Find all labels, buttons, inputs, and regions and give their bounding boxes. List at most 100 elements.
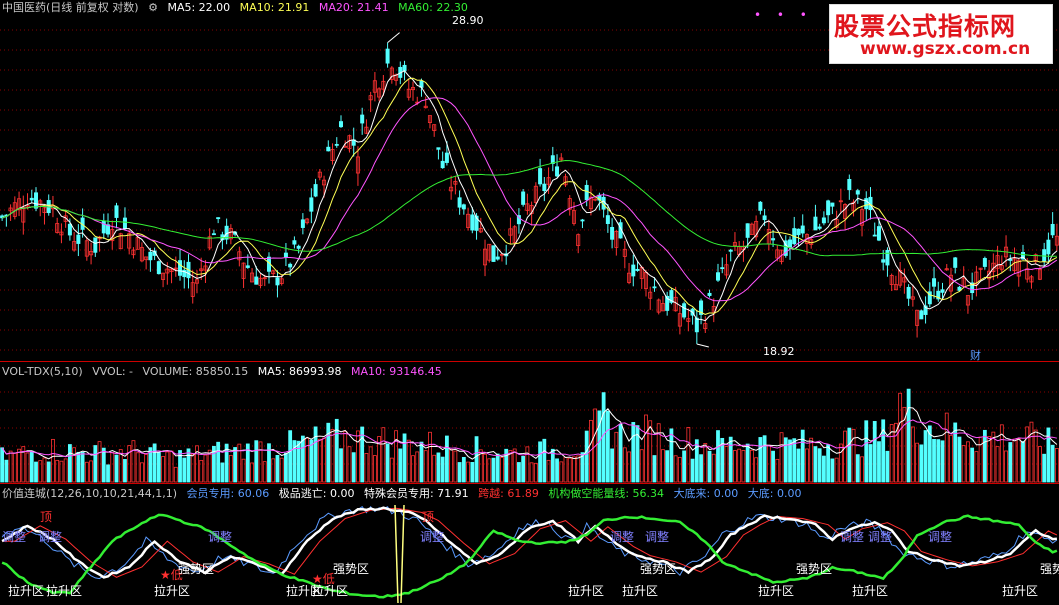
volume-bar bbox=[322, 437, 326, 483]
volume-bar bbox=[228, 454, 233, 483]
indicator-label: 强势 bbox=[1040, 562, 1059, 576]
stock-name[interactable]: 中国医药(日线 前复权 对数) bbox=[2, 1, 139, 14]
volume-bar bbox=[267, 443, 271, 483]
volume-bar bbox=[1029, 421, 1034, 483]
candle-body bbox=[707, 292, 712, 296]
escape-spike bbox=[400, 504, 405, 604]
indicator-label: 调整 bbox=[610, 530, 635, 544]
indicator-label: 顶 bbox=[422, 510, 435, 524]
volume-bar bbox=[813, 446, 818, 483]
candle-body bbox=[830, 202, 835, 207]
volume-bar bbox=[877, 441, 881, 483]
candle-body bbox=[605, 215, 610, 224]
candle-body bbox=[906, 286, 911, 299]
volume-bar bbox=[699, 454, 703, 483]
volume-bar bbox=[207, 449, 212, 483]
candle-body bbox=[440, 160, 445, 169]
candle-body bbox=[728, 249, 733, 252]
volume-bar bbox=[1012, 438, 1017, 483]
volume-bar bbox=[12, 453, 17, 483]
volume-bar bbox=[792, 438, 797, 483]
indicator-label: 顶 bbox=[40, 510, 53, 524]
watermark-logo: 股票公式指标网 www.gszx.com.cn bbox=[829, 4, 1053, 64]
volume-bar bbox=[190, 453, 195, 483]
volume-bar bbox=[233, 447, 237, 483]
indicator-name[interactable]: 价值连城(12,26,10,10,21,44,1,1) bbox=[2, 487, 177, 500]
volume-bar bbox=[677, 456, 682, 483]
volume-bar bbox=[474, 436, 479, 483]
volume-bar bbox=[389, 457, 394, 483]
volume-bar bbox=[906, 388, 911, 483]
volume-bar bbox=[449, 448, 454, 483]
candle-body bbox=[216, 217, 221, 220]
candle-body bbox=[275, 277, 280, 286]
indicator-label: 强势区 bbox=[796, 562, 833, 576]
volume-bar bbox=[834, 457, 839, 483]
volume-bar bbox=[432, 454, 437, 483]
vol-ma10-readout: MA10: 93146.45 bbox=[350, 365, 442, 378]
gear-icon[interactable]: ⚙ bbox=[148, 1, 158, 14]
volume-bar bbox=[686, 426, 691, 483]
volume-bar bbox=[690, 458, 695, 483]
escape-readout: 极品逃亡: 0.00 bbox=[278, 487, 355, 500]
candle-body bbox=[211, 233, 216, 236]
main-chart-header: 中国医药(日线 前复权 对数) ⚙ MA5: 22.00 MA10: 21.91… bbox=[2, 0, 474, 16]
toolbar-dots-icon[interactable]: • • • bbox=[754, 8, 813, 22]
watermark-url: www.gszx.com.cn bbox=[860, 39, 1031, 59]
volume-bar bbox=[415, 451, 420, 483]
finance-marker[interactable]: 财 bbox=[970, 347, 981, 363]
volume-bar bbox=[500, 457, 504, 483]
volume-bar bbox=[550, 448, 555, 483]
candle-body bbox=[817, 226, 822, 229]
volume-bar bbox=[703, 443, 708, 483]
candle-body bbox=[326, 146, 331, 152]
volume-bar bbox=[576, 455, 581, 483]
ma5-readout: MA5: 22.00 bbox=[167, 1, 231, 14]
volume-bar bbox=[830, 458, 835, 483]
volume-bar bbox=[716, 430, 720, 483]
candle-body bbox=[745, 223, 750, 238]
bigbuy-readout: 大底来: 0.00 bbox=[673, 487, 739, 500]
volume-readout: VOLUME: 85850.15 bbox=[142, 365, 249, 378]
volume-bar bbox=[741, 450, 746, 483]
ma20-readout: MA20: 21.41 bbox=[318, 1, 389, 14]
volume-bar bbox=[987, 436, 992, 483]
volume-bar bbox=[487, 458, 492, 483]
candle-body bbox=[283, 252, 288, 258]
high-pointer bbox=[387, 32, 400, 43]
candle-body bbox=[771, 238, 776, 241]
indicator-label: 拉升区 bbox=[852, 584, 889, 598]
volume-bar bbox=[0, 447, 5, 483]
cross-readout: 跨越: 61.89 bbox=[478, 487, 539, 500]
volume-bar bbox=[694, 439, 699, 483]
candle-body bbox=[694, 317, 699, 333]
candle-body bbox=[876, 226, 881, 241]
watermark-title: 股票公式指标网 bbox=[834, 12, 1017, 41]
candle-body bbox=[720, 267, 725, 270]
volume-bar bbox=[495, 453, 500, 483]
volume-bar bbox=[364, 453, 369, 483]
volume-bar bbox=[957, 436, 962, 483]
volume-bar bbox=[733, 450, 737, 483]
volume-bar bbox=[351, 452, 356, 483]
stock-chart-window: { "colors": {"up":"#ff3232","down":"#54f… bbox=[0, 0, 1059, 605]
volume-bar bbox=[648, 420, 653, 483]
volume-bar bbox=[161, 456, 165, 483]
candle-body bbox=[652, 286, 657, 289]
candle-body bbox=[847, 179, 852, 191]
volume-bar bbox=[529, 462, 534, 483]
candle-body bbox=[495, 256, 500, 260]
volume-bar bbox=[46, 461, 51, 483]
volume-bar bbox=[25, 452, 30, 483]
candle-body bbox=[610, 226, 615, 240]
bigbottom-readout: 大底: 0.00 bbox=[747, 487, 802, 500]
volume-bar bbox=[423, 450, 428, 483]
volume-bar bbox=[949, 434, 953, 483]
volume-bar bbox=[605, 410, 610, 483]
candle-body bbox=[309, 197, 314, 212]
candle-body bbox=[580, 219, 585, 222]
indicator-header: 价值连城(12,26,10,10,21,44,1,1) 会员专用: 60.06 … bbox=[2, 486, 807, 502]
vol-indicator-name[interactable]: VOL-TDX(5,10) bbox=[2, 365, 83, 378]
candle-body bbox=[919, 310, 924, 320]
volume-bar bbox=[724, 445, 729, 483]
